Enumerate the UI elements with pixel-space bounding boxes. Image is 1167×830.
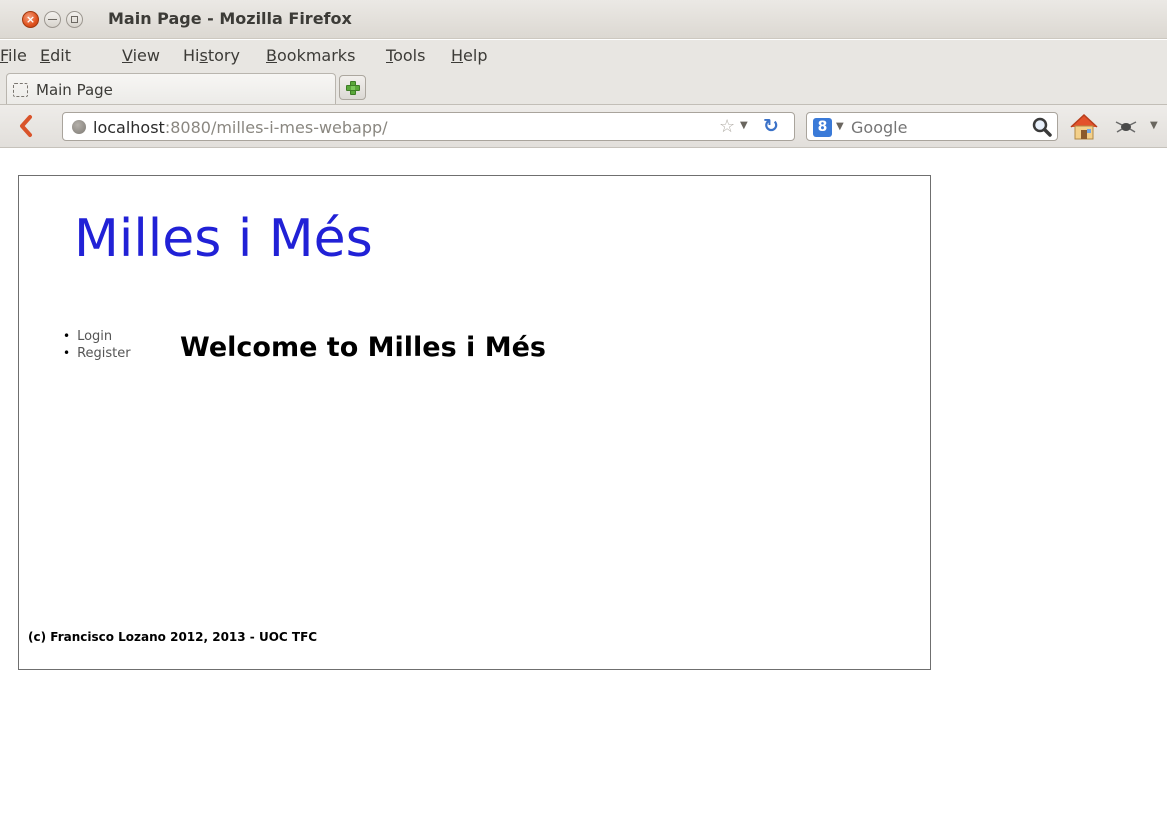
reload-icon[interactable]: ↻: [763, 115, 779, 137]
home-icon: [1070, 113, 1098, 140]
window-titlebar: × Main Page - Mozilla Firefox: [0, 0, 1167, 39]
menu-view[interactable]: View: [122, 46, 160, 65]
back-arrow-icon: [20, 115, 32, 137]
side-menu: Login Register: [63, 328, 131, 362]
window-maximize-button[interactable]: [66, 11, 83, 28]
welcome-heading: Welcome to Milles i Més: [180, 332, 546, 363]
google-search-engine-icon[interactable]: 8: [813, 118, 832, 137]
page-container: Milles i Més Login Register Welcome to M…: [18, 175, 931, 670]
menu-edit[interactable]: Edit: [40, 46, 71, 65]
tab-label: Main Page: [36, 81, 113, 99]
maximize-icon: [71, 16, 78, 23]
menu-help[interactable]: Help: [451, 46, 487, 65]
window-title: Main Page - Mozilla Firefox: [108, 9, 352, 28]
url-text[interactable]: localhost:8080/milles-i-mes-webapp/: [93, 118, 388, 137]
search-icon[interactable]: [1031, 116, 1053, 138]
tab-main-page[interactable]: Main Page: [6, 73, 336, 104]
page-viewport: Milles i Més Login Register Welcome to M…: [0, 149, 1167, 830]
page-favicon-icon: [13, 83, 28, 97]
back-button[interactable]: [14, 113, 40, 139]
window-minimize-button[interactable]: [44, 11, 61, 28]
menu-link-login[interactable]: Login: [63, 328, 131, 345]
home-button[interactable]: [1068, 112, 1100, 142]
search-input[interactable]: [851, 116, 1021, 138]
menu-bookmarks[interactable]: Bookmarks: [266, 46, 355, 65]
globe-icon: [72, 120, 86, 134]
menu-file[interactable]: File: [0, 46, 27, 65]
url-history-dropdown-icon[interactable]: ▼: [740, 120, 748, 131]
search-engine-dropdown-icon[interactable]: ▼: [836, 121, 844, 132]
url-bar[interactable]: localhost:8080/milles-i-mes-webapp/ ☆ ▼ …: [62, 112, 795, 141]
bookmark-star-icon[interactable]: ☆: [719, 116, 735, 137]
menu-tools[interactable]: Tools: [386, 46, 425, 65]
minimize-icon: [48, 19, 57, 20]
toolbar-overflow-dropdown-icon[interactable]: ▼: [1150, 120, 1158, 131]
navigation-toolbar: localhost:8080/milles-i-mes-webapp/ ☆ ▼ …: [0, 104, 1167, 148]
search-bar[interactable]: 8 ▼: [806, 112, 1058, 141]
menubar: File Edit View History Bookmarks Tools H…: [0, 40, 1167, 72]
menu-link-register[interactable]: Register: [63, 345, 131, 362]
window-close-button[interactable]: ×: [22, 11, 39, 28]
footer-copyright: (c) Francisco Lozano 2012, 2013 - UOC TF…: [28, 630, 318, 644]
site-title: Milles i Més: [74, 209, 373, 269]
new-tab-button[interactable]: [339, 75, 366, 100]
tab-strip: Main Page: [0, 72, 1167, 104]
menu-history[interactable]: History: [183, 46, 240, 65]
close-icon: ×: [25, 13, 36, 26]
extension-bug-icon[interactable]: [1113, 116, 1139, 138]
